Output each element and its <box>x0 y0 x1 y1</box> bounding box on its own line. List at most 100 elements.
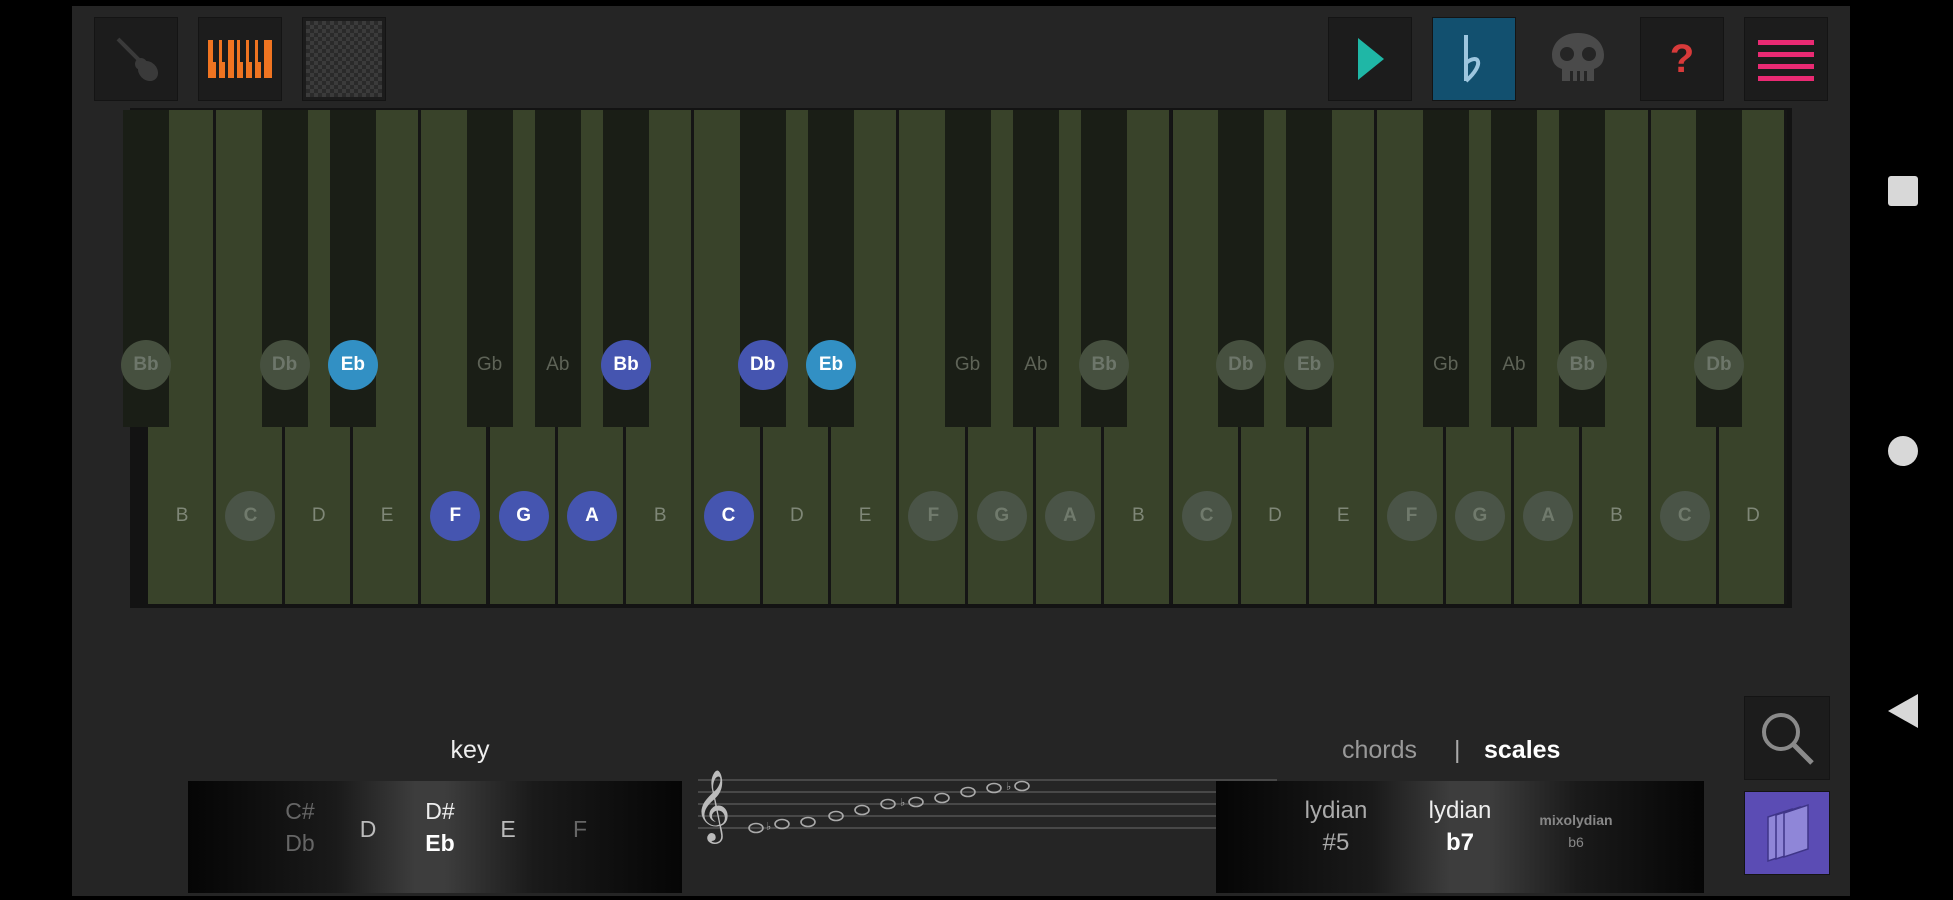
white-key-label: B <box>1132 505 1145 526</box>
black-key[interactable] <box>466 110 513 427</box>
key-option-sharp: C# <box>285 798 315 824</box>
note-marker: Eb <box>327 340 378 390</box>
note-marker: Bb <box>1079 340 1130 390</box>
guitar-view-button[interactable] <box>94 17 178 101</box>
white-key-label: E <box>380 505 394 526</box>
note-marker: Db <box>259 340 310 390</box>
white-key-label: E <box>858 505 872 526</box>
note-marker: A <box>566 491 617 541</box>
svg-text:♭: ♭ <box>900 796 905 809</box>
app-window: ? Bb Db Eb Gb Ab Bb Db Eb Gb Ab Bb Db Eb Gb Ab Bb Db B C D E… <box>72 6 1850 896</box>
key-option[interactable]: C# Db <box>264 795 336 859</box>
scale-option-name: lydian <box>1304 797 1368 824</box>
help-button[interactable]: ? <box>1640 17 1724 101</box>
key-option-sharp: D# <box>425 798 455 824</box>
key-option-name: D <box>359 816 377 842</box>
black-key-label: Gb <box>1433 354 1459 375</box>
white-key-label: D <box>311 505 326 526</box>
key-option-flat: Db <box>285 830 315 856</box>
scale-selector[interactable]: lydian #5 lydian b7 mixolydian b6 <box>1216 781 1704 893</box>
white-key-label: B <box>175 505 189 526</box>
books-icon <box>1767 803 1809 863</box>
black-key-label: Gb <box>476 354 503 375</box>
svg-text:♭: ♭ <box>766 820 771 833</box>
scale-notes <box>748 780 1030 834</box>
key-option-name: E <box>500 816 516 842</box>
magnifier-icon <box>1762 713 1814 765</box>
note-marker: Db <box>737 340 788 390</box>
note-marker: F <box>430 491 481 541</box>
black-key[interactable] <box>944 110 991 427</box>
chords-tab[interactable]: chords <box>1342 736 1417 765</box>
scale-option[interactable]: lydian b7 <box>1400 795 1520 859</box>
skull-icon <box>1552 33 1604 81</box>
white-key-label: D <box>1268 505 1282 526</box>
treble-clef-icon: 𝄞 <box>694 768 731 844</box>
black-key-label: Ab <box>1502 354 1526 375</box>
search-button[interactable] <box>1744 696 1830 780</box>
key-title: key <box>450 736 490 764</box>
flat-icon <box>1464 35 1480 83</box>
note-marker: F <box>1386 491 1437 541</box>
scale-option-modifier: #5 <box>1322 829 1350 856</box>
note-marker: Db <box>1693 340 1744 390</box>
library-button[interactable] <box>1744 791 1830 875</box>
note-marker: C <box>703 491 754 541</box>
white-key-label: E <box>1336 505 1350 526</box>
key-option-name: F <box>572 816 588 842</box>
menu-icon <box>1758 40 1814 81</box>
grid-view-button[interactable] <box>302 17 386 101</box>
scale-option-name: mixolydian <box>1539 812 1613 828</box>
circle-icon[interactable] <box>1888 436 1918 466</box>
scale-option-name: lydian <box>1428 797 1492 824</box>
key-selector[interactable]: C# Db D D# Eb E F <box>188 781 682 893</box>
note-marker: Bb <box>1557 340 1608 390</box>
black-key-label: Gb <box>954 354 981 375</box>
black-key-label: Ab <box>546 354 570 375</box>
square-icon[interactable] <box>1888 176 1918 206</box>
key-option[interactable]: D# Eb <box>404 795 476 859</box>
black-key[interactable] <box>1422 110 1469 427</box>
flat-toggle-button[interactable] <box>1432 17 1516 101</box>
note-marker: C <box>1659 491 1710 541</box>
tab-separator: | <box>1454 736 1461 764</box>
guitar-icon <box>116 37 159 82</box>
triangle-icon[interactable] <box>1886 692 1920 730</box>
black-key[interactable] <box>1491 110 1537 427</box>
scale-option-modifier: b7 <box>1445 829 1474 856</box>
piano-keyboard[interactable]: Bb Db Eb Gb Ab Bb Db Eb Gb Ab Bb Db Eb Gb Ab Bb Db B C D E F G… <box>121 108 1792 608</box>
svg-text:♭: ♭ <box>1006 780 1011 793</box>
note-marker: C <box>1181 491 1232 541</box>
note-marker: Bb <box>601 340 652 390</box>
scale-option-modifier: b6 <box>1568 834 1584 850</box>
note-marker: G <box>976 491 1027 541</box>
key-option[interactable]: D <box>332 813 404 845</box>
piano-icon <box>208 40 272 78</box>
note-marker: G <box>1454 491 1505 541</box>
note-marker: A <box>1523 491 1574 541</box>
white-key-label: D <box>1746 505 1760 526</box>
black-key[interactable] <box>1012 110 1059 427</box>
key-option-flat: Eb <box>425 830 455 856</box>
note-marker: Bb <box>121 340 171 390</box>
scale-option[interactable]: mixolydian b6 <box>1516 809 1636 853</box>
piano-view-button[interactable] <box>198 17 282 101</box>
skull-button[interactable] <box>1536 17 1620 101</box>
grid-icon <box>306 21 382 97</box>
play-icon <box>1358 38 1384 80</box>
note-marker: A <box>1045 491 1096 541</box>
note-marker: G <box>498 491 549 541</box>
black-key[interactable] <box>534 110 581 427</box>
note-marker: Db <box>1215 340 1266 390</box>
note-marker: Eb <box>1284 340 1335 390</box>
key-option[interactable]: F <box>544 813 616 845</box>
scales-tab[interactable]: scales <box>1484 736 1560 765</box>
white-key-label: D <box>789 505 804 526</box>
play-button[interactable] <box>1328 17 1412 101</box>
scale-option[interactable]: lydian #5 <box>1276 795 1396 859</box>
key-option[interactable]: E <box>472 813 544 845</box>
white-key-label: B <box>1610 505 1623 526</box>
note-marker: Eb <box>806 340 856 390</box>
music-staff: 𝄞 ♭ ♭ ♭ <box>694 768 1277 844</box>
menu-button[interactable] <box>1744 17 1828 101</box>
